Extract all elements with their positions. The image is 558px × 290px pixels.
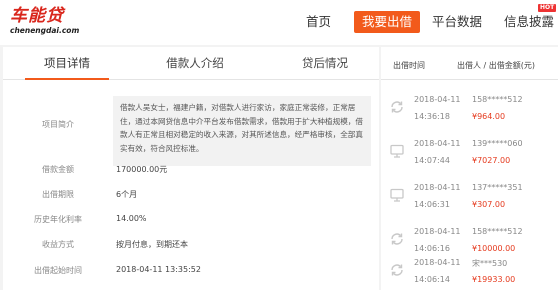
record-date: 2018-04-11 — [414, 258, 461, 267]
detail-label: 出借起始时间 — [34, 266, 82, 275]
monitor-icon — [390, 144, 404, 158]
record-amount: ¥307.00 — [472, 200, 506, 209]
monitor-icon — [390, 188, 404, 202]
sync-icon — [391, 101, 403, 113]
sync-icon — [391, 264, 403, 276]
record-amount: ¥19933.00 — [472, 275, 516, 284]
detail-value: 14.00% — [116, 214, 147, 223]
detail-value: 170000.00元 — [116, 165, 168, 174]
record-time: 14:36:18 — [414, 112, 450, 121]
header: 车能贷 chenengdai.com 首页 我要出借 平台数据 信息披露 HOT — [0, 0, 558, 45]
nav-home[interactable]: 首页 — [306, 11, 331, 33]
record-time: 14:06:14 — [414, 275, 450, 284]
record-user: 137*****351 — [472, 183, 523, 192]
site-logo[interactable]: 车能贷 chenengdai.com — [10, 6, 80, 40]
record-time: 14:06:31 — [414, 200, 450, 209]
detail-label: 历史年化利率 — [34, 215, 82, 224]
nav-platform-data[interactable]: 平台数据 — [432, 11, 482, 33]
records-header-who: 出借人 / 出借金额(元) — [457, 61, 536, 70]
project-panel: 项目详情 借款人介绍 贷后情况 项目简介 借款人吴女士，福建户籍，对借款人进行家… — [3, 47, 379, 290]
record-amount: ¥964.00 — [472, 112, 506, 121]
record-date: 2018-04-11 — [414, 183, 461, 192]
record-date: 2018-04-11 — [414, 95, 461, 104]
records-panel: 出借时间 出借人 / 出借金额(元) 2018-04-11 14:36:18 1… — [381, 47, 558, 290]
nav-disclosure[interactable]: 信息披露 — [504, 11, 554, 33]
tab-borrower-intro[interactable]: 借款人介绍 — [150, 47, 240, 80]
intro-text: 借款人吴女士，福建户籍，对借款人进行家访，家庭正常装修，正常居住，通过本网贷信息… — [113, 96, 371, 166]
records-header: 出借时间 出借人 / 出借金额(元) — [381, 47, 558, 80]
record-amount: ¥7027.00 — [472, 156, 511, 165]
record-user: 158*****512 — [472, 227, 523, 236]
list-item: 2018-04-11 14:36:18 158*****512 ¥964.00 — [381, 86, 558, 130]
detail-value: 按月付息，到期还本 — [116, 240, 188, 249]
sync-icon — [391, 233, 403, 245]
list-item: 2018-04-11 14:06:14 宋***530 ¥19933.00 — [381, 249, 558, 290]
logo-domain-text: chenengdai.com — [10, 26, 80, 35]
tab-post-loan[interactable]: 贷后情况 — [285, 47, 365, 80]
records-header-time: 出借时间 — [393, 61, 425, 70]
record-user: 宋***530 — [472, 259, 508, 268]
record-date: 2018-04-11 — [414, 227, 461, 236]
detail-value: 2018-04-11 13:35:52 — [116, 265, 201, 274]
record-user: 139*****060 — [472, 139, 523, 148]
record-time: 14:07:44 — [414, 156, 450, 165]
hot-badge: HOT — [538, 4, 557, 12]
detail-value: 6个月 — [116, 190, 138, 199]
detail-label: 收益方式 — [42, 240, 74, 249]
intro-label: 项目简介 — [42, 120, 74, 129]
list-item: 2018-04-11 14:07:44 139*****060 ¥7027.00 — [381, 130, 558, 174]
detail-label: 借款金额 — [42, 165, 74, 174]
project-tabs: 项目详情 借款人介绍 贷后情况 — [3, 47, 379, 80]
logo-main-text: 车能贷 — [10, 6, 64, 26]
list-item: 2018-04-11 14:06:31 137*****351 ¥307.00 — [381, 174, 558, 218]
detail-label: 出借期限 — [42, 190, 74, 199]
tab-project-details[interactable]: 项目详情 — [25, 47, 109, 80]
record-user: 158*****512 — [472, 95, 523, 104]
nav-invest[interactable]: 我要出借 — [354, 11, 421, 33]
record-date: 2018-04-11 — [414, 139, 461, 148]
